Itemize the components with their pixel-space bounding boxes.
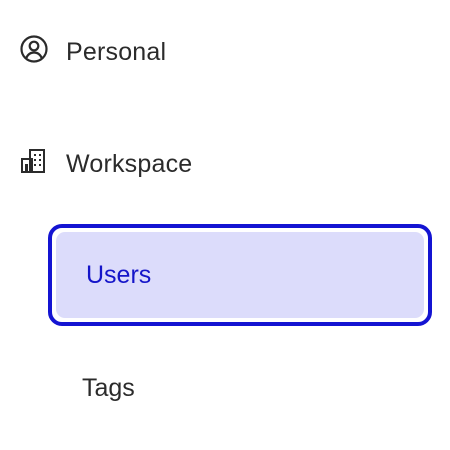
nav-item-workspace[interactable]: Workspace (18, 146, 192, 182)
nav-item-personal[interactable]: Personal (18, 34, 166, 70)
nav-subitem-tags[interactable]: Tags (48, 337, 432, 439)
nav-subitem-tags-label: Tags (82, 373, 135, 402)
settings-nav: Personal Workspace Users Tags (0, 0, 450, 450)
nav-item-workspace-label: Workspace (66, 149, 193, 178)
building-icon (18, 145, 50, 184)
nav-subitem-users-highlight: Users (56, 232, 424, 318)
user-circle-icon (18, 33, 50, 72)
nav-subitem-users-label: Users (86, 260, 152, 289)
nav-item-personal-label: Personal (66, 37, 167, 66)
nav-subitem-users[interactable]: Users (48, 224, 432, 326)
